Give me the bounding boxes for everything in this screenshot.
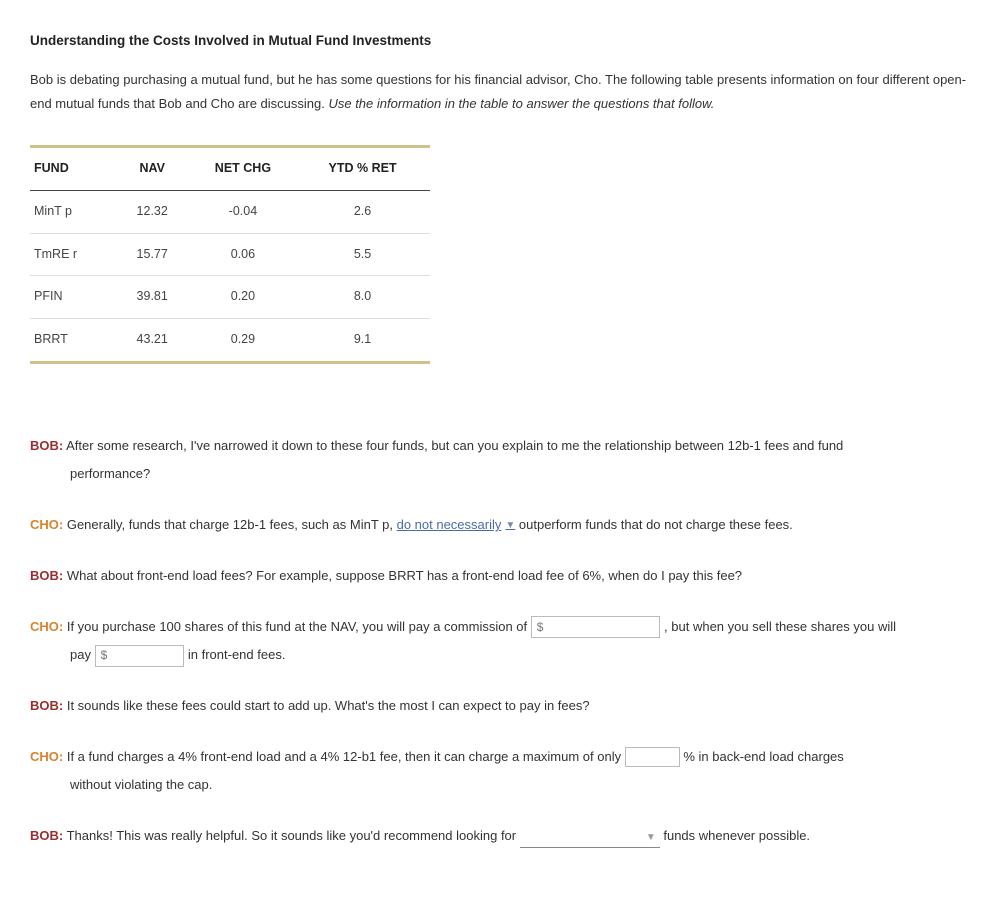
backend-load-pct-input[interactable] <box>625 747 680 767</box>
speaker-cho: CHO: <box>30 749 63 764</box>
dollar-icon: $ <box>532 616 550 639</box>
table-row: PFIN 39.81 0.20 8.0 <box>30 276 430 319</box>
cell-netchg: -0.04 <box>191 190 301 233</box>
cell-nav: 15.77 <box>120 233 191 276</box>
cho-line-3c: without violating the cap. <box>30 773 974 798</box>
cell-ytd: 2.6 <box>301 190 430 233</box>
cell-nav: 12.32 <box>120 190 191 233</box>
cell-nav: 39.81 <box>120 276 191 319</box>
dialogue-block: BOB: It sounds like these fees could sta… <box>30 694 974 719</box>
speaker-bob: BOB: <box>30 698 63 713</box>
cell-fund: BRRT <box>30 319 120 363</box>
cho-line-2c: pay <box>70 647 95 662</box>
cho-line-3b: % in back-end load charges <box>680 749 844 764</box>
th-netchg: NET CHG <box>191 147 301 191</box>
dialogue-block: BOB: What about front-end load fees? For… <box>30 564 974 589</box>
commission-input[interactable] <box>549 618 659 636</box>
table-header-row: FUND NAV NET CHG YTD % RET <box>30 147 430 191</box>
chevron-down-icon: ▼ <box>505 516 515 535</box>
frontend-fee-input[interactable] <box>113 647 183 665</box>
table-row: BRRT 43.21 0.29 9.1 <box>30 319 430 363</box>
chevron-down-icon: ▼ <box>646 828 656 847</box>
speaker-bob: BOB: <box>30 828 63 843</box>
cell-fund: PFIN <box>30 276 120 319</box>
fund-table: FUND NAV NET CHG YTD % RET MinT p 12.32 … <box>30 145 430 364</box>
cell-ytd: 9.1 <box>301 319 430 363</box>
speaker-cho: CHO: <box>30 619 63 634</box>
cho-line-2d: in front-end fees. <box>184 647 285 662</box>
dialogue-block: BOB: Thanks! This was really helpful. So… <box>30 824 974 849</box>
speaker-cho: CHO: <box>30 517 63 532</box>
page-title: Understanding the Costs Involved in Mutu… <box>30 28 974 54</box>
intro-text-b: Use the information in the table to answ… <box>328 96 714 111</box>
dropdown-12b1-outperform[interactable]: do not necessarily▼ <box>397 513 516 538</box>
th-nav: NAV <box>120 147 191 191</box>
cell-ytd: 5.5 <box>301 233 430 276</box>
dialogue-block: BOB: After some research, I've narrowed … <box>30 434 974 487</box>
cho-line-1b: outperform funds that do not charge thes… <box>515 517 793 532</box>
intro-paragraph: Bob is debating purchasing a mutual fund… <box>30 68 974 117</box>
bob-line-1b: performance? <box>30 462 974 487</box>
cell-fund: MinT p <box>30 190 120 233</box>
frontend-fee-input-wrap[interactable]: $ <box>95 645 185 667</box>
cho-line-1a: Generally, funds that charge 12b-1 fees,… <box>63 517 396 532</box>
bob-line-3: It sounds like these fees could start to… <box>63 698 589 713</box>
table-row: TmRE r 15.77 0.06 5.5 <box>30 233 430 276</box>
bob-line-4b: funds whenever possible. <box>660 828 810 843</box>
dropdown-value: do not necessarily <box>397 513 502 538</box>
dialogue-block: CHO: If a fund charges a 4% front-end lo… <box>30 745 974 798</box>
cell-netchg: 0.29 <box>191 319 301 363</box>
dollar-icon: $ <box>96 644 114 667</box>
cell-fund: TmRE r <box>30 233 120 276</box>
table-row: MinT p 12.32 -0.04 2.6 <box>30 190 430 233</box>
commission-input-wrap[interactable]: $ <box>531 616 661 638</box>
bob-line-4a: Thanks! This was really helpful. So it s… <box>63 828 520 843</box>
dialogue-block: CHO: Generally, funds that charge 12b-1 … <box>30 513 974 538</box>
speaker-bob: BOB: <box>30 438 63 453</box>
dropdown-fund-type[interactable]: ▼ <box>520 828 660 848</box>
cell-netchg: 0.06 <box>191 233 301 276</box>
cho-line-2b: , but when you sell these shares you wil… <box>660 619 896 634</box>
cell-nav: 43.21 <box>120 319 191 363</box>
bob-line-2: What about front-end load fees? For exam… <box>63 568 742 583</box>
cell-netchg: 0.20 <box>191 276 301 319</box>
th-fund: FUND <box>30 147 120 191</box>
speaker-bob: BOB: <box>30 568 63 583</box>
cho-line-3a: If a fund charges a 4% front-end load an… <box>63 749 625 764</box>
bob-line-1a: After some research, I've narrowed it do… <box>63 438 843 453</box>
cell-ytd: 8.0 <box>301 276 430 319</box>
cho-line-2a: If you purchase 100 shares of this fund … <box>63 619 531 634</box>
dialogue-block: CHO: If you purchase 100 shares of this … <box>30 615 974 668</box>
th-ytd: YTD % RET <box>301 147 430 191</box>
